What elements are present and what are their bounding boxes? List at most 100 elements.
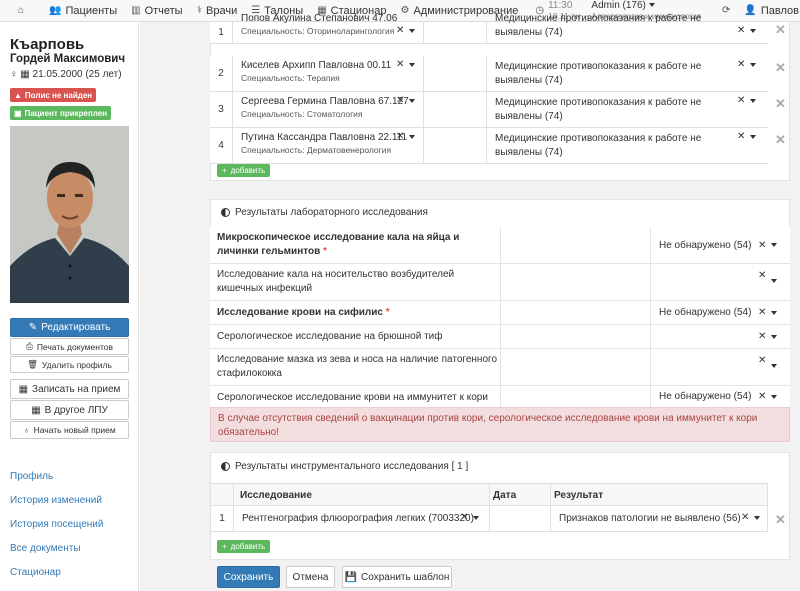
caret-down-icon[interactable] (750, 60, 756, 71)
save-icon: 💾 (344, 571, 358, 583)
caret-down-icon[interactable] (473, 513, 479, 524)
patient-last-name: Къарповь (10, 36, 85, 53)
result-select[interactable]: Медицинские противопоказания к работе не… (487, 92, 768, 127)
clear-icon[interactable]: ✕ (737, 95, 745, 106)
empty-cell (424, 128, 487, 163)
other-lpu-button[interactable]: ▦ В другое ЛПУ (10, 400, 129, 420)
delete-profile-button[interactable]: 🗑 Удалить профиль (10, 356, 129, 373)
nav-home[interactable]: ⌂ (0, 0, 31, 22)
caret-down-icon[interactable] (750, 96, 756, 107)
clear-icon[interactable]: ✕ (396, 95, 404, 106)
caret-down-icon[interactable] (750, 132, 756, 143)
caret-down-icon[interactable] (771, 361, 777, 372)
clear-icon[interactable]: ✕ (737, 131, 745, 142)
lab-empty-cell (500, 386, 651, 407)
caret-down-icon[interactable] (409, 26, 415, 37)
date-input[interactable] (490, 506, 551, 531)
add-instrumental-button[interactable]: + добавить (217, 540, 271, 553)
instrumental-title[interactable]: Результаты инструментального исследовани… (221, 461, 468, 472)
instrumental-result-select[interactable]: Признаков патологии не выявлено (56) ✕ (551, 506, 769, 531)
study-select[interactable]: Рентгенография флюорография легких (7003… (234, 506, 490, 531)
new-visit-button[interactable]: ♁ Начать новый прием (10, 421, 129, 439)
lab-section-header: Результаты лабораторного исследования (210, 199, 790, 227)
caret-down-icon[interactable] (771, 308, 777, 319)
row-number: 4 (210, 128, 233, 163)
print-docs-button[interactable]: ⎙ Печать документов (10, 338, 129, 355)
specialist-select[interactable]: Попов Акулина Степанович 47.06 Специальн… (233, 13, 424, 43)
plus-icon: + (222, 542, 227, 551)
specialist-row: 3 Сергеева Гермина Павловна 67.127 Специ… (210, 92, 768, 128)
save-button[interactable]: Сохранить (217, 566, 280, 588)
clear-icon[interactable]: ✕ (758, 307, 766, 318)
link-profile[interactable]: Профиль (10, 471, 53, 482)
nav-doctors[interactable]: ⚕ Врачи (190, 0, 245, 22)
specialist-select[interactable]: Киселев Архипп Павловна 00.11 Специально… (233, 56, 424, 91)
delete-row-icon[interactable]: ✕ (775, 96, 786, 112)
clear-icon[interactable]: ✕ (737, 59, 745, 70)
edit-button[interactable]: ✎ Редактировать (10, 318, 129, 337)
lab-title[interactable]: Результаты лабораторного исследования (221, 207, 428, 218)
nav-label: Врачи (206, 4, 238, 17)
clear-icon[interactable]: ✕ (737, 25, 745, 36)
caret-down-icon[interactable] (409, 96, 415, 107)
clear-icon[interactable]: ✕ (741, 512, 749, 523)
lab-empty-cell (500, 301, 651, 324)
caret-down-icon[interactable] (750, 26, 756, 37)
caret-down-icon[interactable] (409, 132, 415, 143)
result-select[interactable]: Медицинские противопоказания к работе не… (487, 128, 768, 163)
clear-icon[interactable]: ✕ (396, 131, 404, 142)
clear-icon[interactable]: ✕ (460, 512, 468, 523)
link-hospital[interactable]: Стационар (10, 567, 61, 578)
clear-icon[interactable]: ✕ (758, 331, 766, 342)
appointment-button[interactable]: ▦ Записать на прием (10, 379, 129, 399)
clear-icon[interactable]: ✕ (758, 355, 766, 366)
specialist-select[interactable]: Путина Кассандра Павловна 22.111 Специал… (233, 128, 424, 163)
link-history-changes[interactable]: История изменений (10, 495, 102, 506)
result-select[interactable]: Медицинские противопоказания к работе не… (487, 13, 768, 43)
nav-reports[interactable]: ▥ Отчеты (124, 0, 189, 22)
delete-row-icon[interactable]: ✕ (775, 132, 786, 148)
lab-test-name: Исследование кала на носительство возбуд… (217, 269, 455, 294)
lab-result[interactable]: Не обнаружено (54) (659, 307, 751, 318)
add-specialist-button[interactable]: + добавить (217, 164, 271, 177)
row-number: 1 (211, 506, 234, 531)
clear-icon[interactable]: ✕ (758, 391, 766, 402)
home-icon: ⌂ (18, 5, 25, 16)
instrumental-result: Признаков патологии не выявлено (56) (559, 513, 741, 524)
link-all-docs[interactable]: Все документы (10, 543, 81, 554)
specialist-select[interactable]: Сергеева Гермина Павловна 67.127 Специал… (233, 92, 424, 127)
delete-row-icon[interactable]: ✕ (775, 512, 786, 528)
lab-test-name: Исследование мазка из зева и носа на нал… (217, 354, 497, 379)
lab-empty-cell (500, 325, 651, 348)
clear-icon[interactable]: ✕ (396, 25, 404, 36)
clear-icon[interactable]: ✕ (758, 240, 766, 251)
nav-patients[interactable]: 👥 Пациенты (31, 0, 124, 22)
caret-down-icon[interactable] (771, 392, 777, 403)
clear-icon[interactable]: ✕ (758, 270, 766, 281)
specialist-row: 4 Путина Кассандра Павловна 22.111 Специ… (210, 128, 768, 164)
caret-down-icon[interactable] (771, 240, 777, 251)
header-study: Исследование (240, 490, 312, 501)
specialist-name: Киселев Архипп Павловна 00.11 (241, 60, 392, 71)
lab-row: Исследование кала на носительство возбуд… (210, 264, 790, 301)
caret-down-icon[interactable] (771, 276, 777, 287)
lab-row: Серологическое исследование на брюшной т… (210, 325, 790, 349)
caret-down-icon[interactable] (409, 60, 415, 71)
trash-icon: 🗑 (27, 359, 38, 369)
cancel-button[interactable]: Отмена (286, 566, 335, 588)
nav-label: Пациенты (65, 4, 118, 17)
lab-result[interactable]: Не обнаружено (54) (659, 240, 751, 251)
instrumental-table-header: Исследование Дата Результат (210, 483, 768, 506)
gender-icon: ♀ (10, 69, 18, 80)
link-history-visits[interactable]: История посещений (10, 519, 103, 530)
caret-down-icon[interactable] (771, 332, 777, 343)
result-select[interactable]: Медицинские противопоказания к работе не… (487, 56, 768, 91)
delete-row-icon[interactable]: ✕ (775, 22, 786, 38)
caret-down-icon[interactable] (754, 513, 760, 524)
clear-icon[interactable]: ✕ (396, 59, 404, 70)
empty-cell (424, 92, 487, 127)
delete-row-icon[interactable]: ✕ (775, 60, 786, 76)
lab-result[interactable]: Не обнаружено (54) (659, 391, 751, 402)
save-template-button[interactable]: 💾 Сохранить шаблон (342, 566, 452, 588)
result-text: Медицинские противопоказания к работе не… (495, 61, 702, 86)
